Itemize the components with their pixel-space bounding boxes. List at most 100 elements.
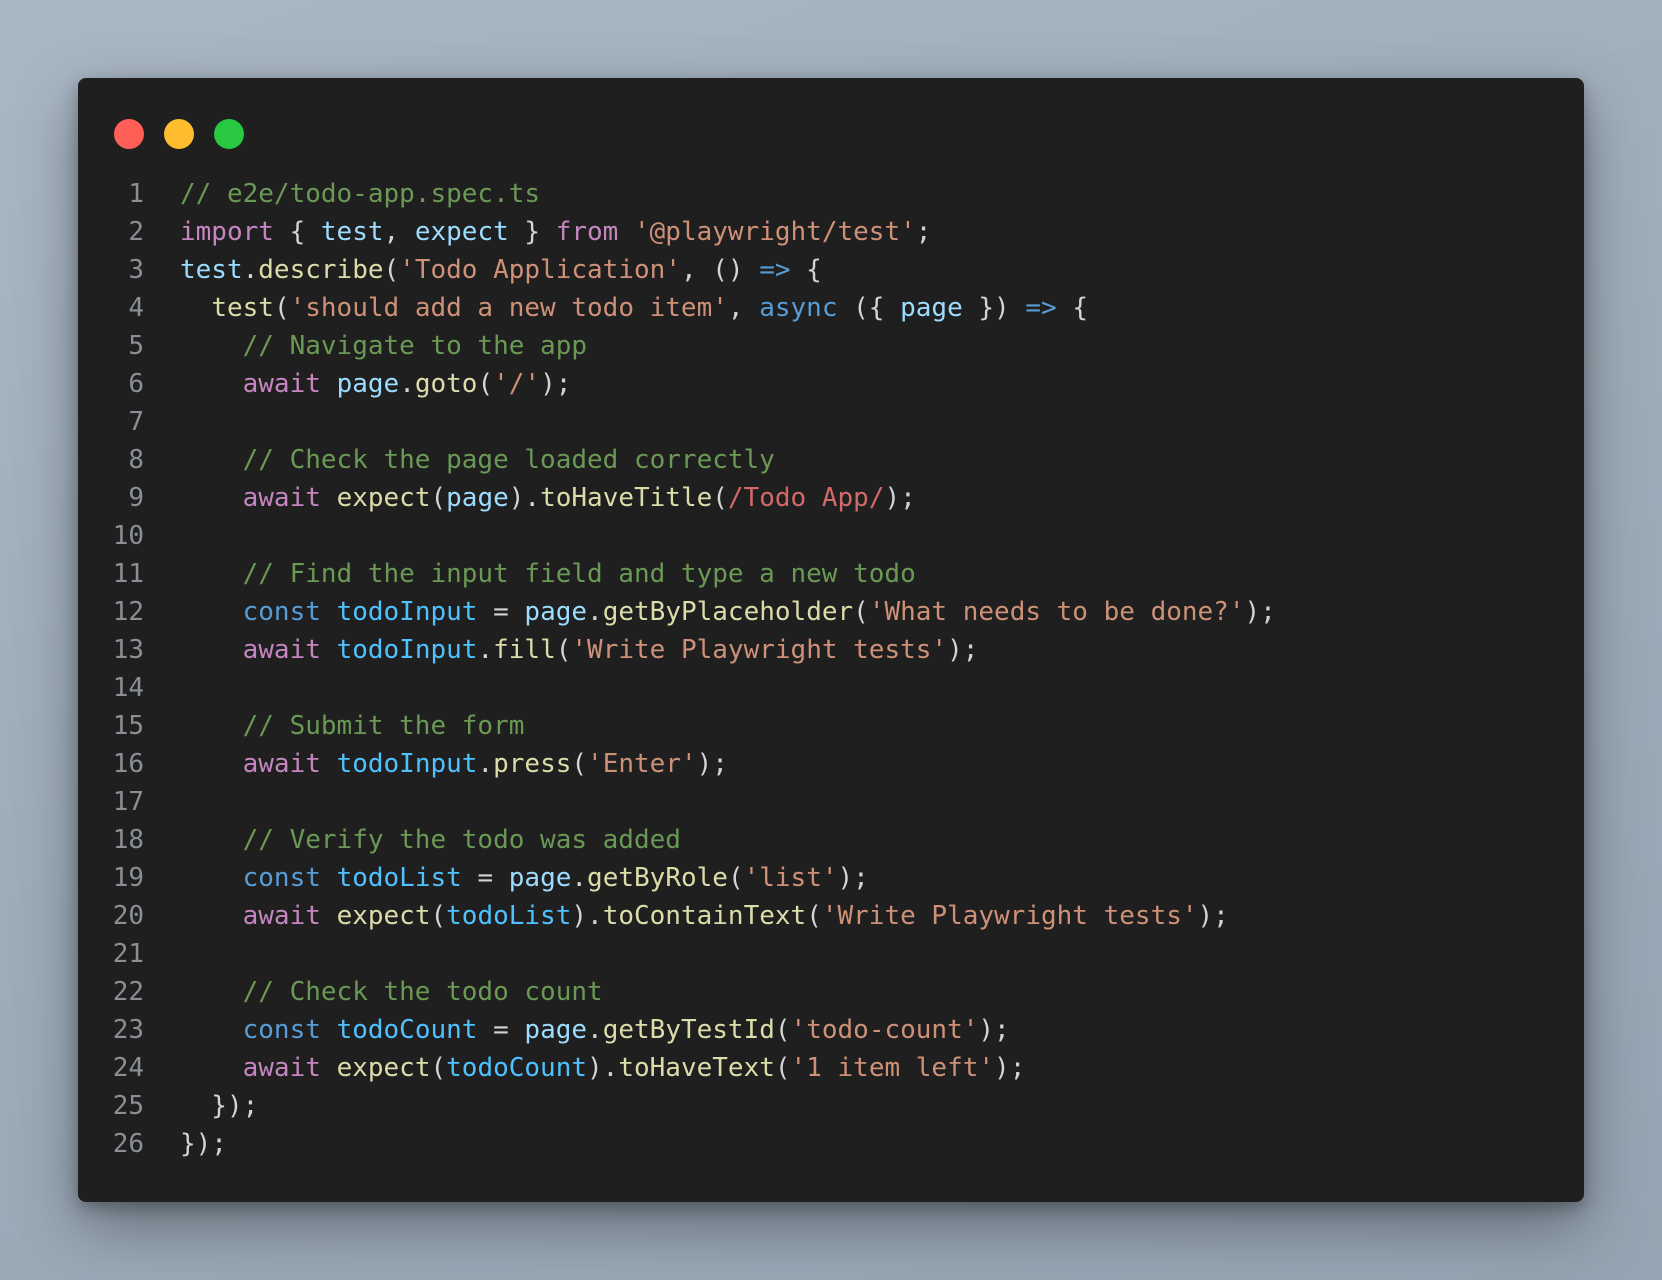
line-source: [144, 403, 180, 441]
line-source: await expect(page).toHaveTitle(/Todo App…: [144, 479, 916, 517]
code-line: 18 // Verify the todo was added: [78, 821, 1584, 859]
code-token-punct: );: [540, 369, 572, 399]
code-line: 1 // e2e/todo-app.spec.ts: [78, 175, 1584, 213]
code-token-punct: ).: [571, 901, 603, 931]
line-source: await expect(todoCount).toHaveText('1 it…: [144, 1049, 1026, 1087]
code-token-function: goto: [414, 369, 478, 399]
line-source: await page.goto('/');: [144, 365, 572, 403]
code-token-comment: // Submit the form: [242, 711, 525, 741]
code-token-arrow: =>: [1025, 293, 1057, 323]
code-line: 9 await expect(page).toHaveTitle(/Todo A…: [78, 479, 1584, 517]
line-source: // Find the input field and type a new t…: [144, 555, 916, 593]
code-editor[interactable]: 1// e2e/todo-app.spec.ts 2 import { test, …: [78, 175, 1584, 1163]
code-token-punct: [321, 1053, 337, 1083]
code-token-string: '@playwright/test': [634, 217, 916, 247]
line-number: 7: [128, 407, 144, 437]
code-line: 13 await todoInput.fill('Write Playwrigh…: [78, 631, 1584, 669]
code-token-punct: [180, 863, 243, 893]
code-token-function: toContainText: [602, 901, 807, 931]
close-button[interactable]: [114, 119, 144, 149]
line-number: 20: [112, 901, 144, 931]
code-token-keyword: import: [180, 217, 274, 247]
line-number: 3: [128, 255, 144, 285]
code-token-punct: [180, 559, 243, 589]
line-number: 19: [112, 863, 144, 893]
line-source: // Submit the form: [144, 707, 525, 745]
code-token-constant: todoInput: [336, 635, 478, 665]
code-line: 14: [78, 669, 1584, 707]
line-number: 16: [112, 749, 144, 779]
code-token-function: press: [493, 749, 572, 779]
code-token-punct: [321, 369, 337, 399]
code-line: 20 await expect(todoList).toContainText(…: [78, 897, 1584, 935]
code-token-comment: // Check the todo count: [242, 977, 603, 1007]
code-token-punct: [321, 863, 337, 893]
line-number: 21: [112, 939, 144, 969]
code-token-punct: (: [712, 483, 728, 513]
code-token-punct: [180, 1053, 243, 1083]
code-token-punct: [180, 1015, 243, 1045]
line-source: // e2e/todo-app.spec.ts: [144, 175, 540, 213]
line-number: 5: [128, 331, 144, 361]
code-token-punct: [180, 445, 243, 475]
code-token-function: toHaveText: [618, 1053, 775, 1083]
code-token-variable: page: [524, 597, 588, 627]
code-token-punct: ,: [383, 217, 415, 247]
code-token-constant: todoInput: [336, 749, 478, 779]
code-token-keyword: from: [555, 217, 619, 247]
code-token-punct: (: [555, 635, 572, 665]
code-token-storage: async: [759, 293, 838, 323]
line-number: 15: [112, 711, 144, 741]
line-number: 8: [128, 445, 144, 475]
code-token-punct: (: [430, 901, 447, 931]
code-token-function: expect: [336, 1053, 431, 1083]
code-line: 6 await page.goto('/');: [78, 365, 1584, 403]
line-source: test.describe('Todo Application', () => …: [144, 251, 822, 289]
minimize-button[interactable]: [164, 119, 194, 149]
code-token-punct: ;: [915, 217, 932, 247]
code-token-constant: todoCount: [336, 1015, 478, 1045]
code-line: 19 const todoList = page.getByRole('list…: [78, 859, 1584, 897]
code-token-function: getByPlaceholder: [602, 597, 854, 627]
line-source: test('should add a new todo item', async…: [144, 289, 1088, 327]
code-token-punct: (: [774, 1015, 791, 1045]
line-source: await todoInput.press('Enter');: [144, 745, 728, 783]
code-token-arrow: =>: [759, 255, 791, 285]
code-token-punct: [180, 369, 243, 399]
code-token-punct: );: [978, 1015, 1010, 1045]
code-token-punct: );: [837, 863, 869, 893]
code-token-variable: page: [524, 1015, 588, 1045]
code-token-regex: /Todo App/: [727, 483, 885, 513]
code-token-punct: [618, 217, 634, 247]
code-token-string: 'Enter': [587, 749, 697, 779]
code-token-variable: page: [508, 863, 572, 893]
code-token-punct: {: [790, 255, 822, 285]
code-token-function: describe: [258, 255, 384, 285]
code-token-punct: );: [1197, 901, 1229, 931]
code-token-punct: [180, 749, 243, 779]
code-token-punct: }: [508, 217, 556, 247]
code-window: 1// e2e/todo-app.spec.ts 2 import { test, …: [78, 78, 1584, 1202]
line-source: // Verify the todo was added: [144, 821, 681, 859]
code-token-variable: page: [446, 483, 509, 513]
code-token-comment: // e2e/todo-app.spec.ts: [180, 179, 541, 209]
code-token-punct: {: [273, 217, 321, 247]
code-token-punct: (: [774, 1053, 791, 1083]
line-source: });: [144, 1125, 227, 1163]
code-token-punct: .: [477, 749, 494, 779]
code-token-punct: .: [587, 597, 603, 627]
code-line: 21: [78, 935, 1584, 973]
line-number: 6: [128, 369, 144, 399]
code-token-punct: ({: [837, 293, 901, 323]
code-token-string: 'Write Playwright tests': [571, 635, 948, 665]
code-token-punct: , (): [680, 255, 760, 285]
code-token-keyword: await: [242, 1053, 321, 1083]
code-token-punct: [180, 977, 243, 1007]
line-source: import { test, expect } from '@playwrigh…: [144, 213, 931, 251]
maximize-button[interactable]: [214, 119, 244, 149]
line-number: 26: [112, 1129, 144, 1159]
code-token-string: 'list': [743, 863, 838, 893]
code-token-punct: =: [461, 863, 509, 893]
line-number: 17: [112, 787, 144, 817]
code-token-variable: test: [320, 217, 384, 247]
